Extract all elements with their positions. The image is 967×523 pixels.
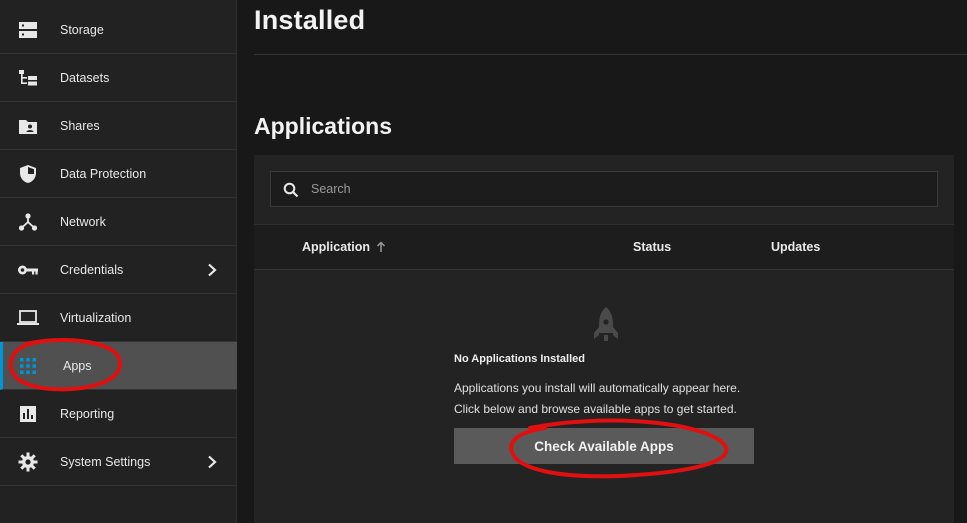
sidebar-item-label: System Settings bbox=[60, 454, 151, 469]
column-header-status[interactable]: Status bbox=[633, 240, 671, 254]
search-icon bbox=[283, 182, 299, 198]
section-title: Applications bbox=[254, 113, 393, 139]
sidebar-item-shares[interactable]: Shares bbox=[0, 102, 237, 150]
sidebar-item-reporting[interactable]: Reporting bbox=[0, 390, 237, 438]
sidebar-item-label: Storage bbox=[60, 22, 104, 37]
chevron-right-icon bbox=[208, 263, 217, 276]
check-available-apps-button[interactable]: Check Available Apps bbox=[454, 428, 754, 464]
datasets-icon bbox=[17, 67, 39, 89]
sidebar-item-data-protection[interactable]: Data Protection bbox=[0, 150, 237, 198]
search-box[interactable] bbox=[270, 171, 938, 207]
applications-card: Application Status Updates No Applicatio… bbox=[254, 155, 954, 523]
sort-ascending-icon bbox=[377, 241, 386, 252]
reporting-icon bbox=[17, 403, 39, 425]
empty-state-hint: Click below and browse available apps to… bbox=[454, 402, 737, 416]
sidebar-item-label: Datasets bbox=[60, 70, 110, 85]
sidebar-item-label: Reporting bbox=[60, 406, 115, 421]
sidebar-item-system-settings[interactable]: System Settings bbox=[0, 438, 237, 486]
sidebar-item-label: Apps bbox=[63, 358, 92, 373]
sidebar-item-apps[interactable]: Apps bbox=[0, 342, 237, 390]
key-icon bbox=[17, 259, 39, 281]
shares-icon bbox=[17, 115, 39, 137]
laptop-icon bbox=[17, 307, 39, 329]
apps-grid-icon bbox=[17, 355, 39, 377]
rocket-icon bbox=[594, 307, 618, 341]
network-icon bbox=[17, 211, 39, 233]
sidebar-item-label: Network bbox=[60, 214, 106, 229]
sidebar-item-credentials[interactable]: Credentials bbox=[0, 246, 237, 294]
sidebar: Storage Datasets Shares Data Protection … bbox=[0, 0, 237, 523]
main-content: Installed Applications Application Statu… bbox=[237, 0, 967, 523]
sidebar-item-storage[interactable]: Storage bbox=[0, 6, 237, 54]
empty-state-message: Applications you install will automatica… bbox=[454, 381, 741, 395]
sidebar-item-label: Credentials bbox=[60, 262, 124, 277]
sidebar-item-label: Shares bbox=[60, 118, 100, 133]
empty-state-title: No Applications Installed bbox=[454, 353, 585, 365]
column-header-application[interactable]: Application bbox=[302, 240, 386, 254]
title-divider bbox=[254, 54, 967, 55]
gear-icon bbox=[17, 451, 39, 473]
table-header: Application Status Updates bbox=[254, 224, 954, 270]
search-input[interactable] bbox=[311, 172, 911, 206]
sidebar-item-datasets[interactable]: Datasets bbox=[0, 54, 237, 102]
page-title: Installed bbox=[254, 5, 366, 35]
sidebar-item-virtualization[interactable]: Virtualization bbox=[0, 294, 237, 342]
sidebar-item-label: Virtualization bbox=[60, 310, 132, 325]
storage-icon bbox=[17, 19, 39, 41]
sidebar-item-label: Data Protection bbox=[60, 166, 147, 181]
chevron-right-icon bbox=[208, 455, 217, 468]
sidebar-item-network[interactable]: Network bbox=[0, 198, 237, 246]
column-header-updates[interactable]: Updates bbox=[771, 240, 820, 254]
shield-icon bbox=[17, 163, 39, 185]
